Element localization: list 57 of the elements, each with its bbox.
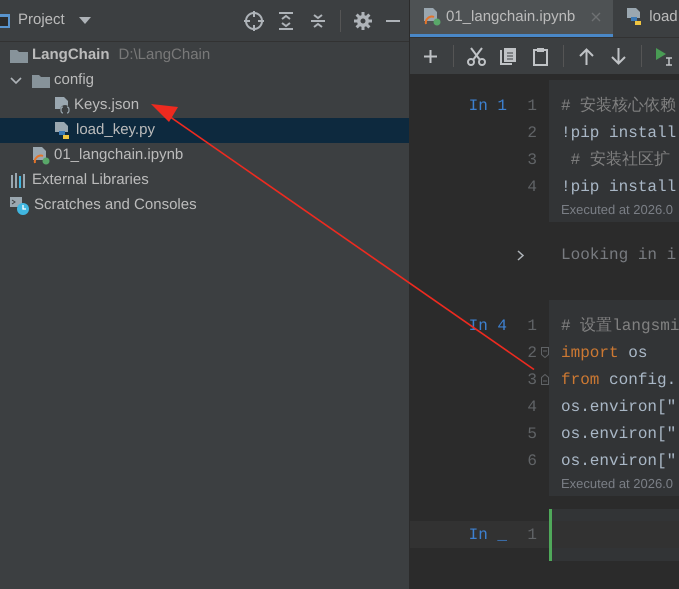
code-line: !pip install [561, 122, 676, 144]
line-number: 5 [526, 424, 537, 444]
code-line: !pip install [561, 176, 676, 198]
line-number: 4 [526, 176, 537, 198]
tree-item[interactable]: LangChain D:\LangChain [0, 43, 409, 68]
line-number: 1 [526, 316, 537, 336]
line-number: 3 [526, 150, 537, 170]
expand-all-icon[interactable] [276, 10, 296, 30]
fold-marker-icon[interactable] [541, 347, 549, 358]
tree-item[interactable]: External Libraries [0, 168, 409, 193]
tree-item[interactable]: Keys.json [0, 93, 409, 118]
code-line: os.environ[" [561, 396, 676, 418]
folder-icon [10, 48, 28, 62]
scratches-icon [10, 196, 30, 214]
code-line: # 安装核心依赖 [561, 96, 676, 116]
arrow-up-icon[interactable] [577, 46, 596, 66]
view-dropdown[interactable] [78, 16, 91, 24]
tree-item[interactable]: config [0, 68, 409, 93]
settings-icon[interactable] [353, 10, 373, 30]
libraries-icon [10, 172, 28, 188]
python-file-icon [54, 122, 72, 140]
code-line: import os [561, 342, 648, 364]
json-file-icon [54, 96, 70, 114]
cut-icon[interactable] [467, 46, 486, 66]
arrow-down-icon[interactable] [609, 46, 628, 66]
cell-prompt: In 1 [468, 96, 507, 116]
folder-icon [32, 74, 50, 88]
code-line: # 设置langsmi [561, 316, 679, 336]
line-number: 6 [526, 450, 537, 472]
code-line: os.environ[" [561, 450, 676, 472]
line-number: 4 [526, 396, 537, 418]
execution-time: Executed at 2026.0 [561, 475, 674, 493]
tree-item[interactable]: Scratches and Consoles [0, 193, 409, 218]
tree-item[interactable]: 01_langchain.ipynb [0, 143, 409, 168]
code-line: os.environ[" [561, 424, 676, 444]
fold-marker-icon[interactable] [541, 374, 549, 385]
copy-icon[interactable] [499, 46, 518, 66]
caret-icon [78, 16, 91, 24]
line-number: 3 [526, 370, 537, 390]
cell-prompt: In _ [468, 524, 507, 546]
cell-output: Looking in i [560, 245, 676, 266]
paste-icon[interactable] [531, 46, 550, 66]
editor-tab[interactable]: 01_langchain.ipynb [410, 0, 614, 37]
locate-icon[interactable] [244, 10, 264, 30]
code-line: from config. [561, 370, 676, 390]
line-number: 1 [526, 96, 537, 116]
chevron-right-icon[interactable] [517, 250, 524, 260]
line-number: 2 [526, 122, 537, 144]
run-icon[interactable] [655, 46, 674, 66]
panel-title: Project [18, 10, 65, 30]
line-number: 2 [526, 342, 537, 364]
notebook-file-icon [423, 8, 441, 26]
notebook-file-icon [32, 146, 50, 164]
code-line: # 安装社区扩 [570, 150, 670, 170]
tree-item[interactable]: load_key.py [0, 118, 409, 143]
editor-tab[interactable]: load [613, 0, 679, 37]
execution-time: Executed at 2026.0 [561, 201, 674, 219]
